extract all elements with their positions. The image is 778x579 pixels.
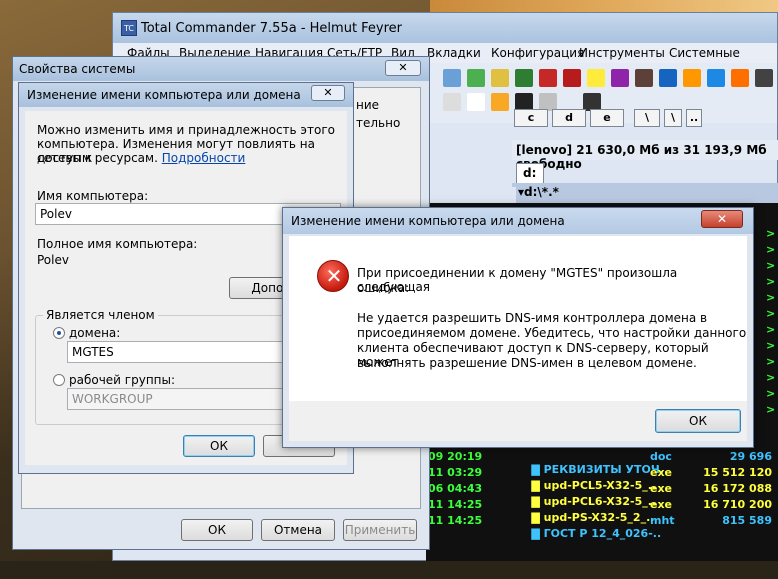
file-ext: exe: [650, 482, 673, 495]
close-icon[interactable]: ✕: [385, 60, 421, 76]
workgroup-label: рабочей группы:: [69, 373, 176, 387]
rename-title: Изменение имени компьютера или домена: [27, 88, 301, 102]
file-size: 815 589: [722, 514, 772, 527]
error-message: выполнять разрешение DNS-имен в целевом …: [357, 356, 697, 370]
rename-ok-button[interactable]: ОК: [183, 435, 255, 457]
toolbar-icon[interactable]: [731, 69, 749, 87]
dir-arrow: >: [766, 291, 776, 304]
toolbar-icon[interactable]: [467, 93, 485, 111]
left-path-bar: [426, 187, 516, 203]
workgroup-radio[interactable]: [53, 374, 65, 386]
tc-window-title: Total Commander 7.55a - Helmut Feyrer: [141, 21, 403, 36]
left-row-date[interactable]: 11 14:25: [428, 498, 482, 511]
root-button[interactable]: \: [634, 109, 660, 127]
dir-arrow: >: [766, 275, 776, 288]
file-ext: exe: [650, 466, 673, 479]
left-row-date[interactable]: 11 03:29: [428, 466, 482, 479]
disk-free-info: [lenovo] 21 630,0 Мб из 31 193,9 Мб своб…: [512, 140, 778, 171]
toolbar-icon[interactable]: [491, 93, 509, 111]
file-name: ГОСТ Р 12_4_026-..: [543, 527, 662, 540]
error-message: При присоединении к домену "MGTES" произ…: [357, 266, 678, 294]
file-icon: ▇: [531, 527, 544, 540]
dir-arrow: >: [766, 243, 776, 256]
root-button-2[interactable]: \: [664, 109, 682, 127]
error-message: присоединяемом домене. Убедитесь, что на…: [357, 326, 747, 340]
full-name-value: Polev: [37, 253, 69, 267]
toolbar-icon[interactable]: [491, 69, 509, 87]
file-size: 16 710 200: [703, 498, 772, 511]
tc-titlebar[interactable]: TC Total Commander 7.55a - Helmut Feyrer: [113, 13, 777, 43]
parent-dir-button[interactable]: ..: [686, 109, 702, 127]
tc-app-icon: TC: [121, 20, 137, 36]
menu-tabs[interactable]: Вкладки: [427, 46, 481, 60]
dir-arrow: >: [766, 227, 776, 240]
toolbar-icon[interactable]: [683, 69, 701, 87]
menu-configuration[interactable]: Конфигурация: [491, 46, 584, 60]
error-footer: ОК: [289, 401, 747, 441]
drive-c-button[interactable]: c: [514, 109, 548, 127]
domain-label: домена:: [69, 326, 121, 340]
drive-d-button[interactable]: d: [552, 109, 586, 127]
file-size: 16 172 088: [703, 482, 772, 495]
domain-radio[interactable]: [53, 327, 65, 339]
dir-arrow: >: [766, 323, 776, 336]
error-message: Не удается разрешить DNS-имя контроллера…: [357, 311, 708, 325]
toolbar-icon[interactable]: [443, 93, 461, 111]
toolbar-icon[interactable]: [611, 69, 629, 87]
tab-fragment[interactable]: тельно: [356, 116, 400, 130]
close-icon[interactable]: ✕: [701, 210, 743, 228]
left-row-date[interactable]: 09 20:19: [428, 450, 482, 463]
file-size: 29 696: [729, 450, 772, 463]
tab-fragment[interactable]: ние: [356, 98, 379, 112]
drive-e-button[interactable]: e: [590, 109, 624, 127]
toolbar-icon[interactable]: [467, 69, 485, 87]
dir-arrow: >: [766, 403, 776, 416]
dir-arrow: >: [766, 307, 776, 320]
toolbar-icon[interactable]: [659, 69, 677, 87]
toolbar-icon[interactable]: [755, 69, 773, 87]
member-of-label: Является членом: [43, 308, 158, 322]
file-ext: doc: [650, 450, 672, 463]
error-titlebar[interactable]: Изменение имени компьютера или домена ✕: [283, 208, 753, 234]
toolbar-icon[interactable]: [443, 69, 461, 87]
file-ext: mht: [650, 514, 675, 527]
hex-icon[interactable]: [539, 69, 557, 87]
sysprops-apply-button[interactable]: Применить: [343, 519, 417, 541]
tab-drive-d[interactable]: d:: [516, 163, 544, 183]
sysprops-cancel-button[interactable]: Отмена: [261, 519, 335, 541]
rename-titlebar[interactable]: Изменение имени компьютера или домена ✕: [19, 83, 353, 107]
dir-arrow: >: [766, 355, 776, 368]
error-title: Изменение имени компьютера или домена: [291, 214, 565, 228]
menu-tools[interactable]: Инструменты: [579, 46, 665, 60]
sysprops-titlebar[interactable]: Свойства системы ✕: [13, 57, 429, 81]
details-link[interactable]: Подробности: [162, 151, 246, 165]
sysprops-ok-button[interactable]: ОК: [181, 519, 253, 541]
full-name-label: Полное имя компьютера:: [37, 237, 198, 251]
error-message: ошибка:: [357, 281, 410, 295]
toolbar-icon[interactable]: [707, 69, 725, 87]
left-row-date[interactable]: 06 04:43: [428, 482, 482, 495]
toolbar-icon[interactable]: [635, 69, 653, 87]
intro-text: сетевым ресурсам. Подробности: [37, 151, 246, 165]
intro-text: Можно изменить имя и принадлежность этог…: [37, 123, 335, 137]
computer-name-label: Имя компьютера:: [37, 189, 149, 203]
dir-arrow: >: [766, 387, 776, 400]
res-icon[interactable]: [563, 69, 581, 87]
error-body: При присоединении к домену "MGTES" произ…: [289, 236, 747, 401]
error-ok-button[interactable]: ОК: [655, 409, 741, 433]
file-row[interactable]: ▇ ГОСТ Р 12_4_026-.. mht 815 589: [516, 514, 778, 579]
file-size: 15 512 120: [703, 466, 772, 479]
file-ext: exe: [650, 498, 673, 511]
dir-arrow: >: [766, 371, 776, 384]
toolbar-icon[interactable]: [515, 69, 533, 87]
error-dialog: Изменение имени компьютера или домена ✕ …: [282, 207, 754, 448]
toolbar-icon[interactable]: [587, 69, 605, 87]
close-icon[interactable]: ✕: [311, 85, 345, 101]
error-icon: [317, 260, 350, 292]
left-row-date[interactable]: 11 14:25: [428, 514, 482, 527]
dir-arrow: >: [766, 259, 776, 272]
current-path[interactable]: ▾d:\*.*: [512, 183, 778, 203]
dir-arrow: >: [766, 339, 776, 352]
sysprops-title: Свойства системы: [19, 62, 136, 76]
